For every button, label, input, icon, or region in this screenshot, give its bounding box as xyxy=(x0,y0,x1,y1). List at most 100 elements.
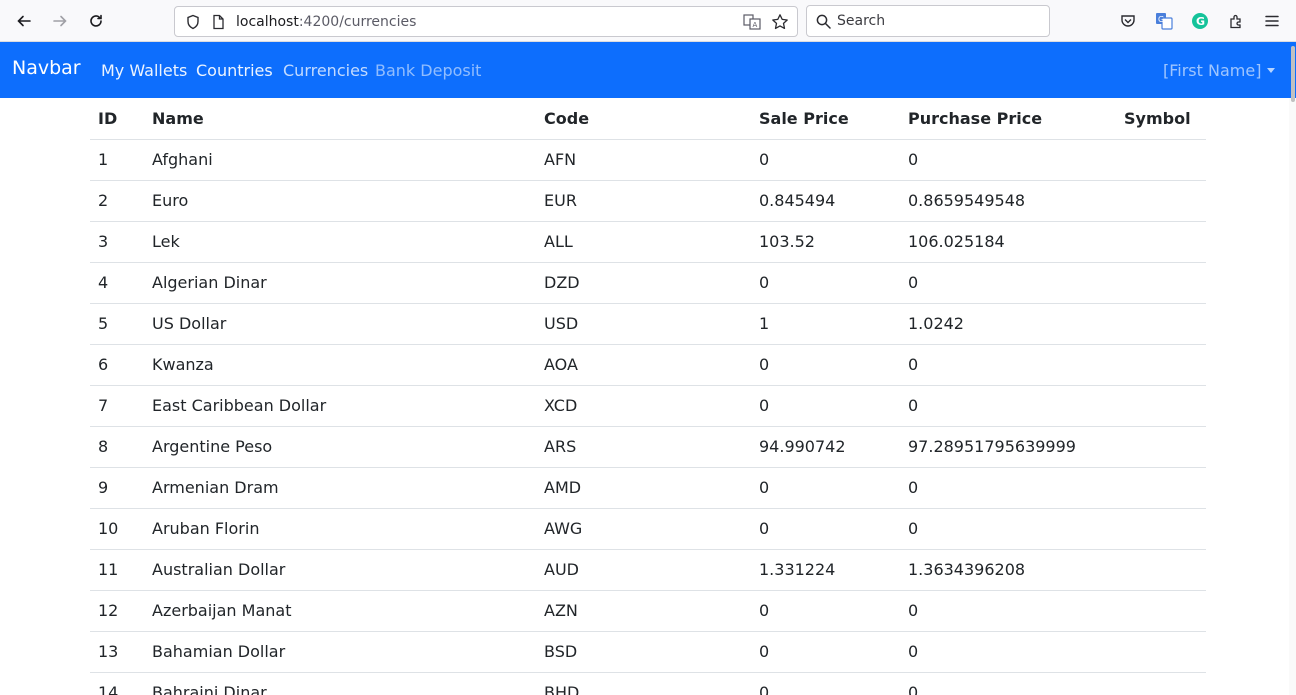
table-row: 1 Afghani AFN 0 0 xyxy=(90,139,1206,181)
cell-id: 4 xyxy=(90,262,144,304)
cell-sale-price: 0.845494 xyxy=(751,180,900,222)
nav-link-bank-deposit[interactable]: Bank Deposit xyxy=(375,61,481,80)
cell-id: 6 xyxy=(90,344,144,386)
nav-link-currencies[interactable]: Currencies xyxy=(283,61,368,80)
cell-code: BHD xyxy=(536,672,751,695)
cell-sale-price: 103.52 xyxy=(751,221,900,263)
nav-link-countries[interactable]: Countries xyxy=(196,61,273,80)
cell-sale-price: 0 xyxy=(751,262,900,304)
cell-code: EUR xyxy=(536,180,751,222)
cell-symbol xyxy=(1116,385,1206,427)
cell-sale-price: 0 xyxy=(751,672,900,695)
cell-code: AWG xyxy=(536,508,751,550)
cell-id: 12 xyxy=(90,590,144,632)
cell-id: 1 xyxy=(90,139,144,181)
cell-purchase-price: 0 xyxy=(900,590,1116,632)
cell-symbol xyxy=(1116,221,1206,263)
app-navbar: Navbar My Wallets Countries Currencies B… xyxy=(0,42,1296,98)
cell-id: 3 xyxy=(90,221,144,263)
cell-id: 10 xyxy=(90,508,144,550)
cell-code: ARS xyxy=(536,426,751,468)
shield-icon xyxy=(185,14,201,34)
cell-code: AUD xyxy=(536,549,751,591)
cell-purchase-price: 97.28951795639999 xyxy=(900,426,1116,468)
grammarly-icon[interactable]: G xyxy=(1189,10,1211,32)
cell-symbol xyxy=(1116,631,1206,673)
cell-name: Bahamian Dollar xyxy=(144,631,536,673)
nav-link-my-wallets[interactable]: My Wallets xyxy=(101,61,187,80)
table-row: 5 US Dollar USD 1 1.0242 xyxy=(90,303,1206,345)
cell-code: AZN xyxy=(536,590,751,632)
cell-sale-price: 0 xyxy=(751,467,900,509)
cell-symbol xyxy=(1116,467,1206,509)
translate-icon[interactable]: A xyxy=(743,13,761,35)
cell-name: Algerian Dinar xyxy=(144,262,536,304)
cell-id: 8 xyxy=(90,426,144,468)
cell-sale-price: 94.990742 xyxy=(751,426,900,468)
header-symbol: Symbol xyxy=(1116,98,1206,140)
currencies-table-container: ID Name Code Sale Price Purchase Price S… xyxy=(90,98,1206,695)
scrollbar-track[interactable] xyxy=(1289,98,1296,695)
cell-symbol xyxy=(1116,303,1206,345)
arrow-left-icon xyxy=(17,15,31,27)
page-icon xyxy=(210,14,226,34)
search-placeholder: Search xyxy=(837,13,886,29)
svg-text:G: G xyxy=(1196,15,1205,28)
cell-name: Armenian Dram xyxy=(144,467,536,509)
cell-purchase-price: 0.8659549548 xyxy=(900,180,1116,222)
header-id: ID xyxy=(90,98,144,140)
table-row: 9 Armenian Dram AMD 0 0 xyxy=(90,467,1206,509)
cell-symbol xyxy=(1116,344,1206,386)
cell-name: Lek xyxy=(144,221,536,263)
cell-code: BSD xyxy=(536,631,751,673)
cell-id: 14 xyxy=(90,672,144,695)
cell-code: USD xyxy=(536,303,751,345)
cell-id: 5 xyxy=(90,303,144,345)
cell-name: US Dollar xyxy=(144,303,536,345)
reload-icon xyxy=(90,14,102,27)
browser-toolbar: localhost:4200/currencies A Search G G xyxy=(0,0,1296,42)
menu-icon[interactable] xyxy=(1261,10,1283,32)
svg-text:A: A xyxy=(753,21,758,29)
table-row: 7 East Caribbean Dollar XCD 0 0 xyxy=(90,385,1206,427)
bookmark-star-icon[interactable] xyxy=(771,13,789,35)
cell-sale-price: 1.331224 xyxy=(751,549,900,591)
pocket-icon[interactable] xyxy=(1117,10,1139,32)
table-row: 12 Azerbaijan Manat AZN 0 0 xyxy=(90,590,1206,632)
back-button[interactable] xyxy=(12,9,36,33)
cell-name: Azerbaijan Manat xyxy=(144,590,536,632)
cell-sale-price: 1 xyxy=(751,303,900,345)
cell-symbol xyxy=(1116,180,1206,222)
table-body: 1 Afghani AFN 0 0 2 Euro EUR 0.845494 0.865954954… xyxy=(90,139,1206,695)
translate-extension-icon[interactable]: G xyxy=(1153,10,1175,32)
url-text: localhost:4200/currencies xyxy=(236,14,417,30)
cell-purchase-price: 1.0242 xyxy=(900,303,1116,345)
cell-purchase-price: 106.025184 xyxy=(900,221,1116,263)
table-row: 11 Australian Dollar AUD 1.331224 1.36343962… xyxy=(90,549,1206,591)
cell-sale-price: 0 xyxy=(751,508,900,550)
table-row: 3 Lek ALL 103.52 106.025184 xyxy=(90,221,1206,263)
header-name: Name xyxy=(144,98,536,140)
table-row: 2 Euro EUR 0.845494 0.8659549548 xyxy=(90,180,1206,222)
browser-search-input[interactable]: Search xyxy=(806,5,1050,37)
cell-code: XCD xyxy=(536,385,751,427)
cell-code: AOA xyxy=(536,344,751,386)
scrollbar-thumb[interactable] xyxy=(1291,46,1295,102)
extensions-icon[interactable] xyxy=(1225,10,1247,32)
navbar-brand[interactable]: Navbar xyxy=(12,57,81,79)
arrow-right-icon xyxy=(53,15,67,27)
cell-name: Australian Dollar xyxy=(144,549,536,591)
user-menu-toggle[interactable]: [First Name] xyxy=(1163,61,1261,80)
cell-name: Euro xyxy=(144,180,536,222)
currencies-table: ID Name Code Sale Price Purchase Price S… xyxy=(90,98,1206,695)
reload-button[interactable] xyxy=(84,9,108,33)
forward-button[interactable] xyxy=(48,9,72,33)
cell-name: Bahraini Dinar xyxy=(144,672,536,695)
chevron-down-icon[interactable] xyxy=(1267,68,1275,73)
address-bar[interactable]: localhost:4200/currencies A xyxy=(174,6,798,37)
table-row: 6 Kwanza AOA 0 0 xyxy=(90,344,1206,386)
cell-symbol xyxy=(1116,672,1206,695)
table-row: 10 Aruban Florin AWG 0 0 xyxy=(90,508,1206,550)
cell-symbol xyxy=(1116,549,1206,591)
cell-id: 9 xyxy=(90,467,144,509)
